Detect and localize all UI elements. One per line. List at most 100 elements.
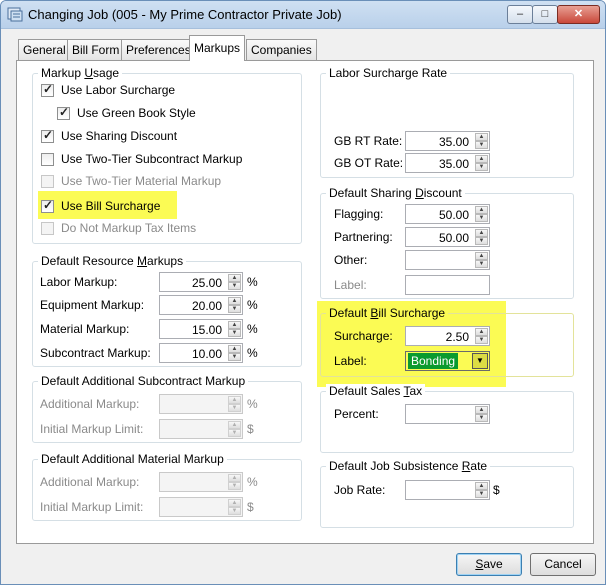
checkbox-disabled-icon <box>41 175 54 188</box>
spin-down-icon[interactable]: ▼ <box>475 163 488 171</box>
markup-usage-group: Markup Usage Use Labor Surcharge Use Gre… <box>32 66 302 244</box>
close-button[interactable]: ✕ <box>557 5 600 24</box>
percent-label: Percent: <box>334 407 379 421</box>
spin-down-icon[interactable]: ▼ <box>475 141 488 149</box>
flagging-label: Flagging: <box>334 207 384 221</box>
job-subsistence-group: Default Job Subsistence Rate Job Rate: ▲… <box>320 459 574 528</box>
spin-down-icon[interactable]: ▼ <box>475 214 488 222</box>
spin-down-icon[interactable]: ▼ <box>228 353 241 361</box>
spin-up-icon[interactable]: ▲ <box>475 206 488 214</box>
checkbox-checked-icon[interactable] <box>41 198 54 213</box>
tab-companies[interactable]: Companies <box>246 39 317 60</box>
tab-preferences[interactable]: Preferences <box>121 39 196 60</box>
spin-up-icon[interactable]: ▲ <box>475 406 488 414</box>
percent-unit: % <box>247 346 258 360</box>
spin-up-icon[interactable]: ▲ <box>228 345 241 353</box>
checkbox-unchecked-icon[interactable] <box>41 153 54 166</box>
checkbox-checked-icon[interactable] <box>41 128 54 143</box>
maximize-button[interactable]: □ <box>532 5 558 24</box>
material-markup-input[interactable]: 15.00 ▲ ▼ <box>159 319 243 339</box>
percent-unit: % <box>247 397 258 411</box>
additional-material-title: Default Additional Material Markup <box>38 452 227 466</box>
spin-down-icon[interactable]: ▼ <box>475 336 488 344</box>
initial-material-limit-input: ▲ ▼ <box>159 497 243 517</box>
spin-up-icon[interactable]: ▲ <box>228 274 241 282</box>
spin-down-icon[interactable]: ▼ <box>475 237 488 245</box>
chevron-down-icon[interactable]: ▼ <box>472 353 488 369</box>
spin-up-icon: ▲ <box>228 421 241 429</box>
window-title: Changing Job (005 - My Prime Contractor … <box>28 7 342 22</box>
spin-down-icon[interactable]: ▼ <box>475 260 488 268</box>
sales-tax-percent-input[interactable]: ▲ ▼ <box>405 404 490 424</box>
spinner[interactable]: ▲ ▼ <box>475 206 488 222</box>
percent-unit: % <box>247 475 258 489</box>
tab-markups[interactable]: Markups <box>189 35 246 61</box>
labor-markup-input[interactable]: 25.00 ▲ ▼ <box>159 272 243 292</box>
gb-ot-rate-input[interactable]: 35.00 ▲ ▼ <box>405 153 490 173</box>
spin-down-icon: ▼ <box>228 429 241 437</box>
spin-down-icon[interactable]: ▼ <box>475 490 488 498</box>
bill-surcharge-group: Default Bill Surcharge Surcharge: 2.50 ▲… <box>320 306 574 377</box>
checkbox-checked-icon[interactable] <box>57 105 70 120</box>
cancel-button[interactable]: Cancel <box>530 553 596 576</box>
spin-up-icon[interactable]: ▲ <box>228 321 241 329</box>
spinner: ▲ ▼ <box>228 499 241 515</box>
percent-unit: % <box>247 275 258 289</box>
additional-subcontract-markup-input: ▲ ▼ <box>159 394 243 414</box>
other-input[interactable]: ▲ ▼ <box>405 250 490 270</box>
discount-label-label: Label: <box>334 278 367 292</box>
partnering-input[interactable]: 50.00 ▲ ▼ <box>405 227 490 247</box>
gb-rt-rate-input[interactable]: 35.00 ▲ ▼ <box>405 131 490 151</box>
spinner: ▲ ▼ <box>228 396 241 412</box>
additional-markup-label: Additional Markup: <box>40 397 140 411</box>
spin-up-icon[interactable]: ▲ <box>475 155 488 163</box>
spinner[interactable]: ▲ ▼ <box>475 482 488 498</box>
spinner[interactable]: ▲ ▼ <box>228 274 241 290</box>
spin-up-icon[interactable]: ▲ <box>228 297 241 305</box>
spinner[interactable]: ▲ ▼ <box>475 406 488 422</box>
spin-down-icon[interactable]: ▼ <box>228 329 241 337</box>
spinner[interactable]: ▲ ▼ <box>228 297 241 313</box>
app-icon <box>7 7 23 22</box>
equipment-markup-input[interactable]: 20.00 ▲ ▼ <box>159 295 243 315</box>
spin-down-icon[interactable]: ▼ <box>475 414 488 422</box>
checkbox-checked-icon[interactable] <box>41 82 54 97</box>
subcontract-markup-input[interactable]: 10.00 ▲ ▼ <box>159 343 243 363</box>
maximize-icon: □ <box>541 8 549 20</box>
save-button[interactable]: Save <box>456 553 522 576</box>
spin-down-icon: ▼ <box>228 507 241 515</box>
other-label: Other: <box>334 253 368 267</box>
labor-surcharge-rate-title: Labor Surcharge Rate <box>326 66 451 80</box>
spinner[interactable]: ▲ ▼ <box>228 345 241 361</box>
spinner[interactable]: ▲ ▼ <box>475 229 488 245</box>
spin-down-icon[interactable]: ▼ <box>228 282 241 290</box>
spin-up-icon: ▲ <box>228 474 241 482</box>
spinner[interactable]: ▲ ▼ <box>475 252 488 268</box>
spin-down-icon[interactable]: ▼ <box>228 305 241 313</box>
spinner[interactable]: ▲ ▼ <box>475 328 488 344</box>
title-bar[interactable]: Changing Job (005 - My Prime Contractor … <box>1 1 605 29</box>
job-rate-input[interactable]: ▲ ▼ <box>405 480 490 500</box>
spin-up-icon: ▲ <box>228 396 241 404</box>
bill-surcharge-title: Default Bill Surcharge <box>326 306 449 320</box>
discount-label-input[interactable] <box>405 275 490 295</box>
surcharge-input[interactable]: 2.50 ▲ ▼ <box>405 326 490 346</box>
spinner[interactable]: ▲ ▼ <box>228 321 241 337</box>
spin-up-icon[interactable]: ▲ <box>475 133 488 141</box>
spin-up-icon[interactable]: ▲ <box>475 482 488 490</box>
spin-up-icon[interactable]: ▲ <box>475 252 488 260</box>
flagging-input[interactable]: 50.00 ▲ ▼ <box>405 204 490 224</box>
dropdown-selected-value: Bonding <box>408 353 459 369</box>
spinner[interactable]: ▲ ▼ <box>475 155 488 171</box>
initial-markup-limit-label: Initial Markup Limit: <box>40 500 144 514</box>
minimize-button[interactable]: – <box>507 5 533 24</box>
close-icon: ✕ <box>573 8 584 20</box>
dollar-unit: $ <box>247 422 254 436</box>
dollar-unit: $ <box>247 500 254 514</box>
tab-general[interactable]: General <box>18 39 71 60</box>
surcharge-label-dropdown[interactable]: Bonding ▼ <box>405 351 490 371</box>
spin-up-icon[interactable]: ▲ <box>475 229 488 237</box>
spin-up-icon[interactable]: ▲ <box>475 328 488 336</box>
tab-bill-form[interactable]: Bill Form <box>67 39 125 60</box>
spinner[interactable]: ▲ ▼ <box>475 133 488 149</box>
